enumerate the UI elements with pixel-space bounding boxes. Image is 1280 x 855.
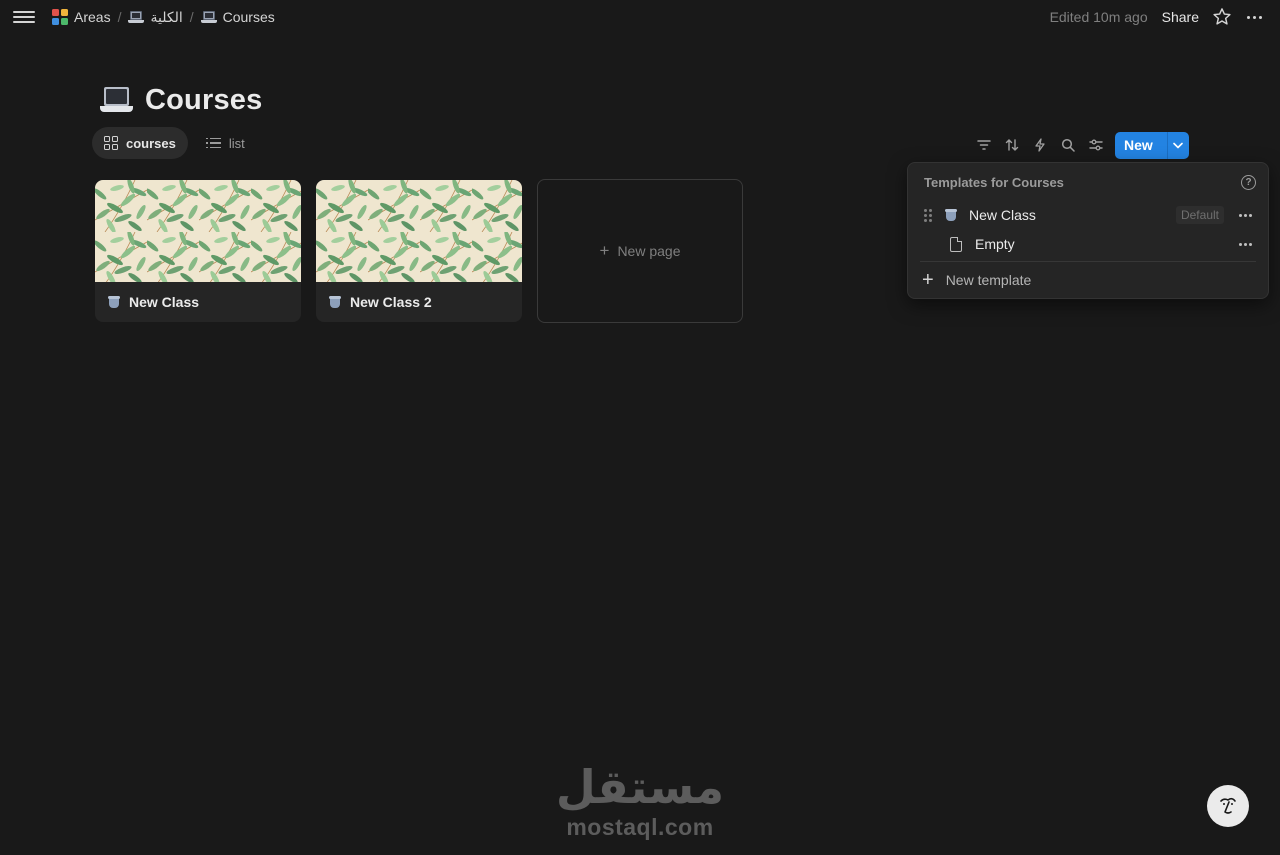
- breadcrumb-label: Areas: [74, 9, 111, 25]
- default-badge: Default: [1175, 206, 1224, 224]
- card-title: New Class: [129, 294, 200, 310]
- templates-menu-heading: Templates for Courses: [924, 175, 1064, 190]
- tab-courses-gallery[interactable]: courses: [92, 127, 188, 159]
- template-item-new-class[interactable]: New Class Default: [920, 201, 1258, 229]
- tab-label: courses: [126, 135, 176, 151]
- plus-icon: +: [922, 269, 934, 291]
- automation-bolt-icon[interactable]: [1026, 131, 1054, 159]
- page-title[interactable]: Courses: [145, 84, 262, 117]
- view-tabs: courses list: [92, 127, 257, 159]
- settings-sliders-icon[interactable]: [1082, 131, 1110, 159]
- new-page-label: New page: [617, 243, 681, 259]
- bucket-icon: [329, 295, 341, 308]
- plus-icon: +: [599, 241, 610, 260]
- apps-grid-icon: [52, 9, 68, 25]
- card-title-row: New Class: [95, 282, 301, 322]
- template-label: New Class: [969, 207, 1036, 223]
- breadcrumb-item-courses[interactable]: Courses: [197, 7, 279, 27]
- top-bar: Areas / الكلية / Courses Edited 10m ago …: [0, 0, 1280, 34]
- card-title: New Class 2: [350, 294, 432, 310]
- sort-icon[interactable]: [998, 131, 1026, 159]
- breadcrumb-item-college[interactable]: الكلية: [124, 7, 186, 28]
- laptop-icon[interactable]: [100, 87, 133, 113]
- breadcrumb-label: Courses: [222, 9, 275, 25]
- watermark-latin: mostaql.com: [566, 814, 714, 840]
- share-button[interactable]: Share: [1162, 9, 1199, 25]
- chevron-down-icon[interactable]: [1166, 131, 1189, 159]
- card-title-row: New Class 2: [316, 282, 522, 322]
- bucket-icon: [108, 295, 120, 308]
- filter-icon[interactable]: [970, 131, 998, 159]
- breadcrumb-item-areas[interactable]: Areas: [48, 7, 115, 27]
- tab-label: list: [228, 135, 245, 151]
- laptop-icon: [200, 10, 217, 24]
- more-options-icon[interactable]: [1239, 242, 1252, 246]
- drag-handle-icon[interactable]: [924, 208, 934, 222]
- breadcrumb-label: الكلية: [150, 8, 183, 25]
- divider: [920, 261, 1256, 262]
- gallery-card[interactable]: New Class 2: [316, 180, 522, 322]
- more-options-icon[interactable]: [1247, 10, 1262, 25]
- card-cover-image: [316, 180, 522, 282]
- gallery-icon: [104, 136, 118, 150]
- breadcrumb-separator: /: [117, 9, 122, 25]
- mostaql-watermark: مستقل mostaql.com: [540, 758, 740, 840]
- laptop-icon: [128, 10, 145, 24]
- watermark-arabic: مستقل: [555, 760, 725, 814]
- document-icon: [950, 236, 962, 252]
- more-options-icon[interactable]: [1239, 213, 1252, 217]
- database-toolbar: New: [970, 131, 1189, 159]
- template-item-empty[interactable]: Empty: [920, 230, 1258, 258]
- gallery-card[interactable]: New Class: [95, 180, 301, 322]
- new-template-label: New template: [945, 272, 1032, 288]
- new-page-card[interactable]: + New page: [537, 179, 743, 323]
- assistant-face-icon: [1220, 797, 1236, 814]
- edited-timestamp: Edited 10m ago: [1049, 9, 1148, 25]
- help-question-icon[interactable]: ?: [1241, 175, 1256, 190]
- new-button[interactable]: New: [1115, 131, 1167, 159]
- help-assistant-button[interactable]: [1207, 785, 1249, 827]
- tab-list[interactable]: list: [194, 127, 257, 159]
- breadcrumb-separator: /: [189, 9, 194, 25]
- page-header: Courses: [100, 80, 262, 120]
- new-button-group: New: [1115, 131, 1189, 159]
- star-favorite-icon[interactable]: [1211, 6, 1233, 28]
- list-icon: [205, 137, 221, 149]
- template-label: Empty: [975, 236, 1015, 252]
- sidebar-toggle-menu-icon[interactable]: [13, 8, 35, 26]
- bucket-icon: [945, 208, 957, 221]
- card-cover-image: [95, 180, 301, 282]
- templates-menu: Templates for Courses ? New Class Defaul…: [907, 162, 1269, 299]
- search-icon[interactable]: [1054, 131, 1082, 159]
- breadcrumb: Areas / الكلية / Courses: [48, 0, 279, 34]
- new-template-button[interactable]: + New template: [922, 269, 1031, 291]
- top-actions: Edited 10m ago Share: [1050, 0, 1280, 34]
